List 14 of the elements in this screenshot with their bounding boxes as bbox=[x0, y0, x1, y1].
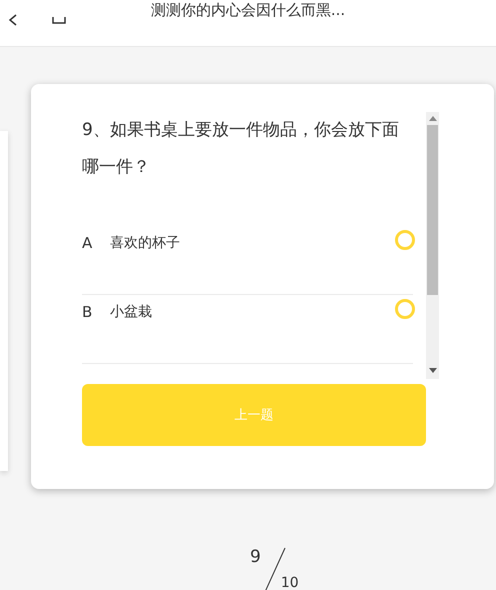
radio-button[interactable] bbox=[395, 299, 415, 319]
question-text: 9、如果书桌上要放一件物品，你会放下面哪一件？ bbox=[82, 119, 400, 179]
option-label: 喜欢的杯子 bbox=[110, 234, 181, 252]
option-letter: A bbox=[82, 233, 94, 252]
answer-option[interactable]: B 小盆栽 bbox=[82, 295, 413, 364]
answer-option[interactable]: A 喜欢的杯子 bbox=[82, 226, 413, 295]
back-icon[interactable] bbox=[8, 14, 18, 26]
current-question-number: 9 bbox=[250, 547, 261, 567]
option-label: 小盆栽 bbox=[110, 303, 153, 321]
option-letter: B bbox=[82, 302, 94, 321]
scrollbar[interactable] bbox=[426, 112, 439, 379]
total-questions: 10 bbox=[280, 575, 299, 590]
radio-button[interactable] bbox=[395, 230, 415, 250]
page-title: 测测你的内心会因什么而黑... bbox=[150, 0, 346, 20]
